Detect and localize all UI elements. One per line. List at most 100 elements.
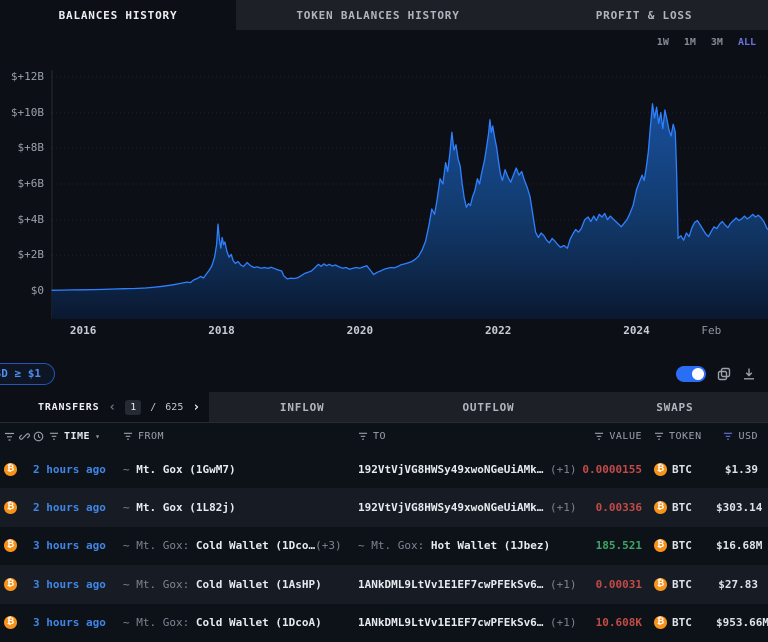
address-link[interactable]: Hot Wallet (1Jbez) xyxy=(431,539,550,552)
filter-to-icon[interactable] xyxy=(358,432,368,441)
tab-balances-history[interactable]: BALANCES HISTORY xyxy=(0,0,236,30)
filter-value-icon[interactable] xyxy=(594,432,604,441)
row-token-icon-cell: ₿ xyxy=(0,539,30,553)
table-row: ₿ 3 hours ago ~ Mt. Gox: Cold Wallet (1AsH… xyxy=(0,565,768,604)
transfers-group: TRANSFERS ‹ 1 / 625 › xyxy=(0,392,209,422)
usd-amount: $1.39 xyxy=(724,462,758,476)
filter-usd-icon[interactable] xyxy=(723,432,733,441)
filter-from-icon[interactable] xyxy=(123,432,133,441)
address-link[interactable]: Mt. Gox (1GwM7) xyxy=(136,463,235,476)
value-cell: 0.00031 xyxy=(578,578,642,591)
column-header-time[interactable]: TIME ▾ xyxy=(30,431,120,442)
address-link[interactable]: 1ANkDML9LtVv1E1EF7cwPFEkSv6… xyxy=(358,616,543,629)
from-cell[interactable]: ~ Mt. Gox (1GwM7) xyxy=(120,463,350,476)
address-link[interactable]: Mt. Gox (1L82j) xyxy=(136,501,235,514)
filter-all-icon[interactable] xyxy=(4,432,15,442)
value-amount: 0.0000155 xyxy=(582,462,642,476)
time-cell: 2 hours ago xyxy=(30,463,120,476)
tab-swaps[interactable]: SWAPS xyxy=(582,392,768,422)
from-cell[interactable]: ~ Mt. Gox (1L82j) xyxy=(120,501,350,514)
usd-filter-chip[interactable]: USD ≥ $1 xyxy=(0,362,55,385)
from-cell[interactable]: ~ Mt. Gox: Cold Wallet (1Dco… (+3) xyxy=(120,539,350,552)
btc-icon: ₿ xyxy=(654,577,667,591)
column-header-value[interactable]: VALUE xyxy=(578,431,642,442)
address-extra: ~ xyxy=(123,577,137,591)
address-extra: ~ xyxy=(123,501,137,515)
from-cell[interactable]: ~ Mt. Gox: Cold Wallet (1AsHP) xyxy=(120,578,350,591)
to-cell[interactable]: ~ Mt. Gox: Hot Wallet (1Jbez) xyxy=(350,539,578,552)
btc-icon: ₿ xyxy=(4,577,17,591)
copy-icon[interactable] xyxy=(717,367,731,381)
address-link[interactable]: Cold Wallet (1DcoA) xyxy=(196,616,322,629)
table-row: ₿ 2 hours ago ~ Mt. Gox (1L82j) 192VtVjVG8H… xyxy=(0,488,768,527)
address-link[interactable]: 1ANkDML9LtVv1E1EF7cwPFEkSv6… xyxy=(358,578,543,591)
chart-toggle[interactable] xyxy=(676,365,706,382)
address-extra: Mt. Gox: xyxy=(136,616,196,630)
time-link[interactable]: 3 hours ago xyxy=(33,578,106,591)
from-cell[interactable]: ~ Mt. Gox: Cold Wallet (1DcoA) xyxy=(120,616,350,629)
address-link[interactable]: Cold Wallet (1AsHP) xyxy=(196,578,322,591)
token-label: BTC xyxy=(672,577,692,591)
time-link[interactable]: 2 hours ago xyxy=(33,463,106,476)
token-label: BTC xyxy=(672,501,692,515)
address-extra: (+1) xyxy=(543,577,577,591)
address-extra: ~ xyxy=(123,462,137,476)
address-link[interactable]: 192VtVjVG8HWSy49xwoNGeUiAMk… xyxy=(358,463,543,476)
chevron-down-icon[interactable]: ▾ xyxy=(95,432,100,441)
btc-icon: ₿ xyxy=(4,616,17,630)
column-header-token[interactable]: TOKEN xyxy=(642,431,716,442)
y-axis-label: $+2B xyxy=(17,248,45,262)
tab-profit-loss[interactable]: PROFIT & LOSS xyxy=(520,0,768,30)
row-token-icon-cell: ₿ xyxy=(0,577,30,591)
range-3m-button[interactable]: 3M xyxy=(711,37,723,48)
time-link[interactable]: 3 hours ago xyxy=(33,539,106,552)
token-label: BTC xyxy=(672,462,692,476)
tab-token-balances-history[interactable]: TOKEN BALANCES HISTORY xyxy=(236,0,520,30)
time-cell: 2 hours ago xyxy=(30,501,120,514)
transfers-table-header: TIME ▾ FROM TO VALUE TOKEN USD xyxy=(0,422,768,450)
tab-inflow[interactable]: INFLOW xyxy=(209,392,395,422)
token-header-label: TOKEN xyxy=(669,431,702,442)
column-header-from[interactable]: FROM xyxy=(120,431,350,442)
x-axis-label: 2018 xyxy=(208,324,235,337)
usd-cell: $1.39 xyxy=(716,463,768,476)
y-axis-label: $+12B xyxy=(10,70,44,83)
download-icon[interactable] xyxy=(742,367,756,381)
token-cell: ₿ BTC xyxy=(642,462,716,476)
usd-cell: $953.66M xyxy=(716,616,768,629)
usd-header-label: USD xyxy=(738,431,758,442)
to-cell[interactable]: 1ANkDML9LtVv1E1EF7cwPFEkSv6… (+1) xyxy=(350,616,578,629)
page-prev-chevron[interactable]: ‹ xyxy=(108,400,116,415)
address-extra: ~ xyxy=(123,616,137,630)
column-header-usd[interactable]: USD xyxy=(716,431,768,442)
row-token-icon-cell: ₿ xyxy=(0,501,30,515)
filter-token-icon[interactable] xyxy=(654,432,664,441)
to-cell[interactable]: 192VtVjVG8HWSy49xwoNGeUiAMk… (+1) xyxy=(350,463,578,476)
transfers-title[interactable]: TRANSFERS xyxy=(38,402,99,413)
token-cell: ₿ BTC xyxy=(642,616,716,630)
range-1m-button[interactable]: 1M xyxy=(684,37,696,48)
x-axis-label: 2020 xyxy=(346,324,374,337)
range-all-button[interactable]: ALL xyxy=(738,37,756,48)
column-header-to[interactable]: TO xyxy=(350,431,578,442)
link-icon[interactable] xyxy=(19,431,30,442)
address-link[interactable]: Cold Wallet (1Dco… xyxy=(196,539,315,552)
balance-area-chart[interactable] xyxy=(0,30,768,355)
y-axis-label: $0 xyxy=(30,284,44,297)
tab-outflow[interactable]: OUTFLOW xyxy=(395,392,581,422)
time-link[interactable]: 3 hours ago xyxy=(33,616,106,629)
token-cell: ₿ BTC xyxy=(642,501,716,515)
address-extra: ~ xyxy=(123,539,137,553)
value-cell: 10.608K xyxy=(578,616,642,629)
address-link[interactable]: 192VtVjVG8HWSy49xwoNGeUiAMk… xyxy=(358,501,543,514)
btc-icon: ₿ xyxy=(4,501,17,515)
to-cell[interactable]: 192VtVjVG8HWSy49xwoNGeUiAMk… (+1) xyxy=(350,501,578,514)
address-extra: Mt. Gox: xyxy=(136,539,196,553)
row-token-icon-cell: ₿ xyxy=(0,462,30,476)
filter-time-icon[interactable] xyxy=(49,432,59,441)
page-next-chevron[interactable]: › xyxy=(192,400,200,415)
time-link[interactable]: 2 hours ago xyxy=(33,501,106,514)
value-amount: 185.521 xyxy=(595,539,642,553)
to-cell[interactable]: 1ANkDML9LtVv1E1EF7cwPFEkSv6… (+1) xyxy=(350,578,578,591)
range-1w-button[interactable]: 1W xyxy=(657,37,669,48)
